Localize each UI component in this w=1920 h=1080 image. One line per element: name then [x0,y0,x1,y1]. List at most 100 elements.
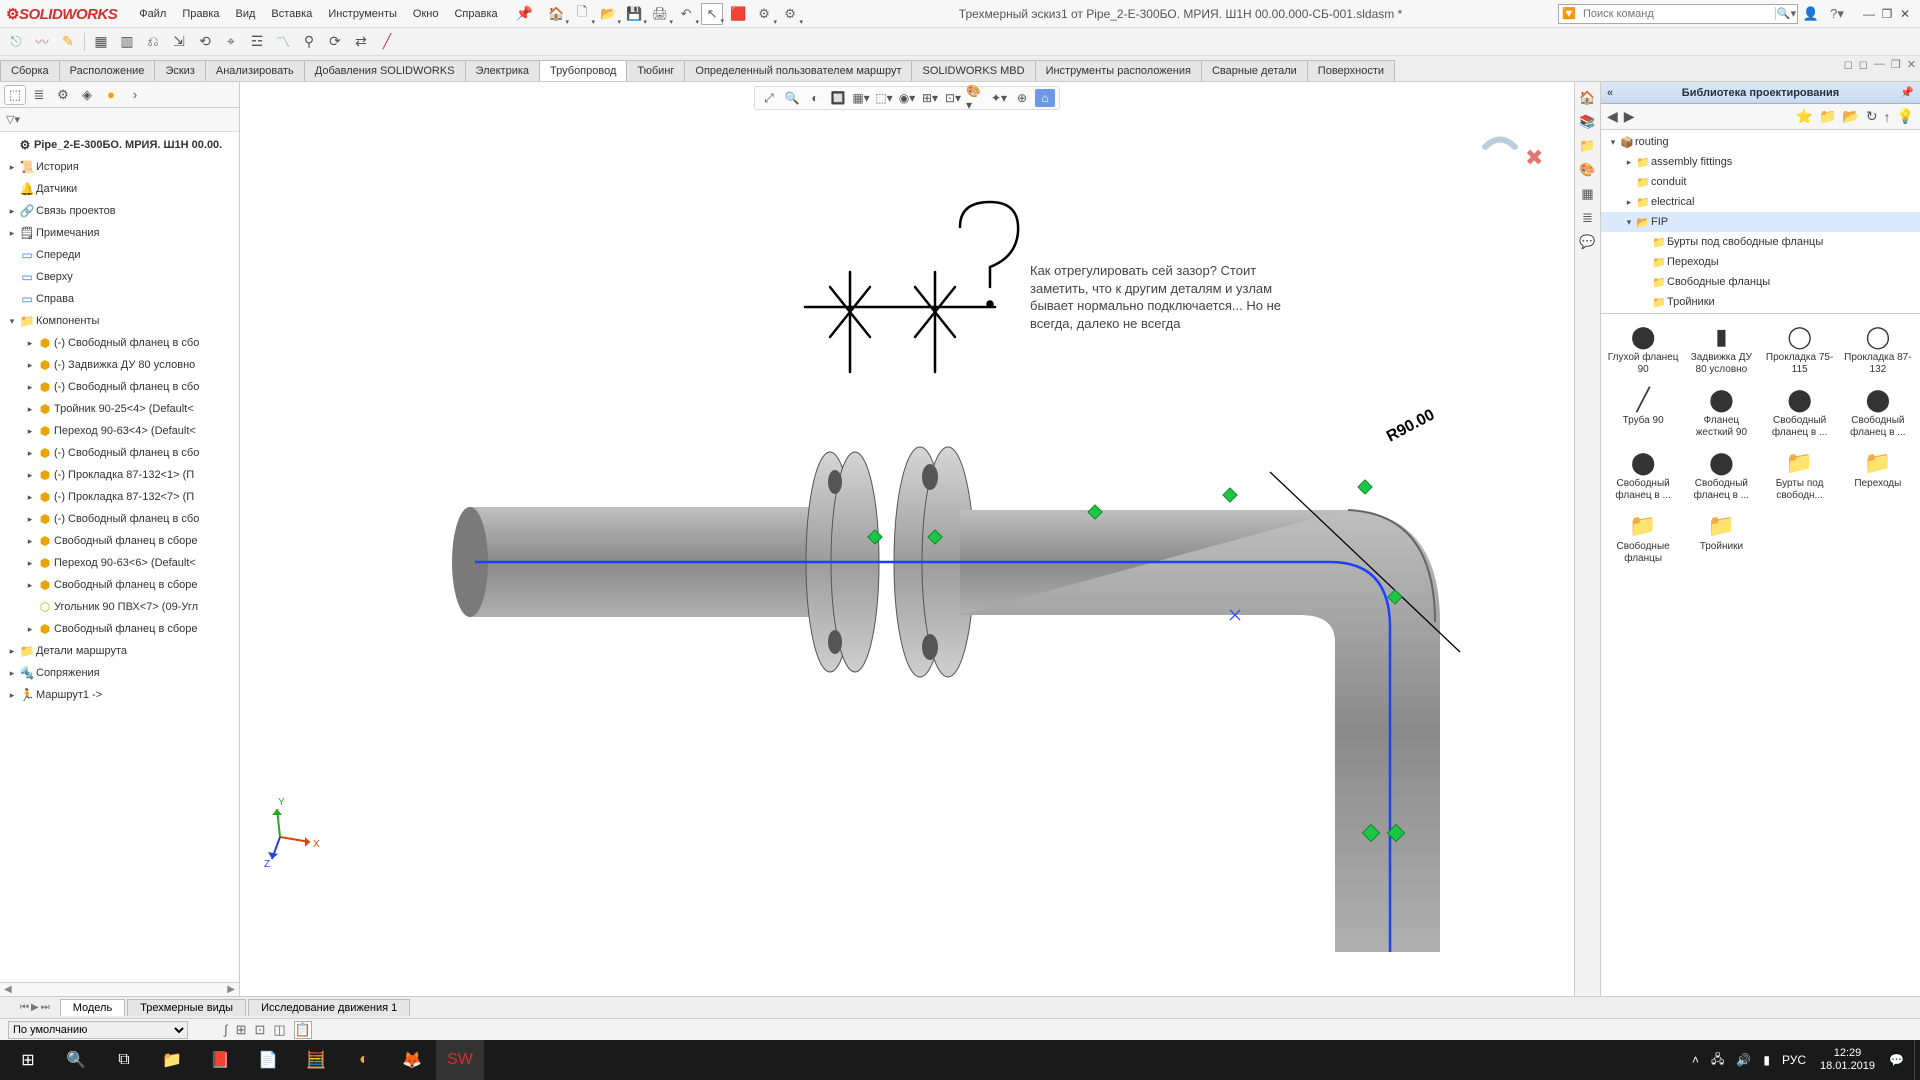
strip-folder-icon[interactable]: 📁 [1578,136,1598,156]
ribbon-tab[interactable]: Сборка [0,60,60,81]
tool-icon[interactable]: ╱ [377,32,397,52]
tree-row[interactable]: ▸⬢Тройник 90-25<4> (Default< [0,398,239,420]
lib-item[interactable]: ◯Прокладка 75-115 [1762,320,1838,377]
fm-tab-more[interactable]: › [124,85,146,105]
ribbon-tab[interactable]: Анализировать [205,60,305,81]
tree-row[interactable]: ▸⬢(-) Свободный фланец в сбо [0,376,239,398]
fm-tab-dim[interactable]: ◈ [76,85,98,105]
panel-collapse-icon[interactable]: « [1607,87,1613,99]
ribbon-tab[interactable]: Поверхности [1307,60,1395,81]
tree-row[interactable]: ▸⬢(-) Прокладка 87-132<1> (П [0,464,239,486]
help-icon[interactable]: ?▾ [1826,3,1848,25]
tab-3dviews[interactable]: Трехмерные виды [127,999,246,1016]
menu-edit[interactable]: Правка [174,6,227,22]
task-firefox-icon[interactable]: 🦊 [388,1040,436,1080]
lib-item[interactable]: ⬤Свободный фланец в ... [1683,446,1759,503]
panel-pin-icon[interactable]: 📌 [1900,86,1914,99]
doc-prev-icon[interactable]: ◻ [1844,58,1853,71]
minimize-icon[interactable]: — [1860,7,1878,21]
strip-appearance-icon[interactable]: 🎨 [1578,160,1598,180]
strip-view-icon[interactable]: ▦ [1578,184,1598,204]
lib-tree-row[interactable]: 📁Бурты под свободные фланцы [1601,232,1920,252]
tree-row[interactable]: ▸⬢(-) Прокладка 87-132<7> (П [0,486,239,508]
motion-rev-icon[interactable]: ⏮ [20,1002,29,1013]
lib-item[interactable]: 📁Тройники [1683,509,1759,566]
tree-row[interactable]: ▸🔩Сопряжения [0,662,239,684]
tree-row[interactable]: ▸⬢(-) Свободный фланец в сбо [0,442,239,464]
lib-fwd-icon[interactable]: ▶ [1624,108,1635,125]
tree-row[interactable]: ▸🔗Связь проектов [0,200,239,222]
rebuild-icon[interactable]: 🟥 [727,3,749,25]
tree-row[interactable]: ⬡Угольник 90 ПВХ<7> (09-Угл [0,596,239,618]
tree-root[interactable]: ⚙Pipe_2-E-300БО. МРИЯ. Ш1Н 00.00. [0,134,239,156]
ribbon-tab[interactable]: Электрика [465,60,541,81]
lib-item[interactable]: ⬤Свободный фланец в ... [1605,446,1681,503]
lib-item[interactable]: 📁Переходы [1840,446,1916,503]
doc-max-icon[interactable]: ❐ [1891,58,1901,71]
lib-refresh-icon[interactable]: ↻ [1866,108,1878,125]
lib-item[interactable]: 📁Свободные фланцы [1605,509,1681,566]
lib-item[interactable]: ╱Труба 90 [1605,383,1681,440]
tree-row[interactable]: ▭Спереди [0,244,239,266]
tree-row[interactable]: ▸⬢(-) Задвижка ДУ 80 условно [0,354,239,376]
tray-lang[interactable]: РУС [1776,1053,1812,1067]
tool-icon[interactable]: ⌖ [221,32,241,52]
lib-up-icon[interactable]: ↑ [1884,109,1891,125]
tray-clock[interactable]: 12:2918.01.2019 [1812,1047,1883,1072]
task-explorer-icon[interactable]: 📁 [148,1040,196,1080]
tree-row[interactable]: ▸⬢Свободный фланец в сборе [0,530,239,552]
menu-view[interactable]: Вид [228,6,264,22]
doc-next-icon[interactable]: ◻ [1859,58,1868,71]
tray-vol-icon[interactable]: 🔊 [1730,1053,1757,1067]
scroll-left-icon[interactable]: ◀ [4,984,12,995]
tool-icon[interactable]: ▥ [117,32,137,52]
tool-icon[interactable]: ⟳ [325,32,345,52]
lib-back-icon[interactable]: ◀ [1607,108,1618,125]
tool-icon[interactable]: ⎌ [143,32,163,52]
lib-tree-row[interactable]: 📁Тройники [1601,292,1920,312]
home-icon[interactable]: 🏠▾ [545,3,567,25]
print-icon[interactable]: 🖨▾ [649,3,671,25]
tree-row[interactable]: ▭Справа [0,288,239,310]
lib-item[interactable]: ⬤Фланец жесткий 90 [1683,383,1759,440]
lib-tree-row[interactable]: 📁conduit [1601,172,1920,192]
lib-newfolder-icon[interactable]: 📂 [1842,108,1859,125]
filter-icon[interactable]: ▽▾ [6,113,20,126]
tree-row[interactable]: ▾📁Компоненты [0,310,239,332]
search-input[interactable] [1579,8,1775,20]
fm-tab-property[interactable]: ≣ [28,85,50,105]
show-desktop[interactable] [1914,1040,1920,1080]
cfg-icon[interactable]: ⊡ [254,1022,265,1038]
search-go-icon[interactable]: 🔍▾ [1775,7,1797,20]
scroll-right-icon[interactable]: ▶ [227,984,235,995]
ribbon-tab[interactable]: Определенный пользователем маршрут [684,60,912,81]
search-scope-icon[interactable]: 🔽 [1559,7,1579,20]
pin-icon[interactable]: 📌 [516,5,533,22]
tree-row[interactable]: ▸📁Детали маршрута [0,640,239,662]
tree-row[interactable]: 🔔Датчики [0,178,239,200]
strip-forum-icon[interactable]: 💬 [1578,232,1598,252]
task-search-icon[interactable]: 🔍 [52,1040,100,1080]
tree-row[interactable]: ▸🏃Маршрут1 -> [0,684,239,706]
tool-icon[interactable]: ⇄ [351,32,371,52]
tool-icon[interactable]: ⟲ [195,32,215,52]
tree-row[interactable]: ▸⬢Свободный фланец в сборе [0,618,239,640]
lib-tree-row[interactable]: ▾📦routing [1601,132,1920,152]
menu-window[interactable]: Окно [405,6,447,22]
motion-fwd-icon[interactable]: ⏭ [41,1002,50,1013]
task-app-icon[interactable]: 📄 [244,1040,292,1080]
settings-icon[interactable]: ⚙▾ [779,3,801,25]
tab-motion[interactable]: Исследование движения 1 [248,999,410,1016]
tree-row[interactable]: ▸⬢(-) Свободный фланец в сбо [0,332,239,354]
select-icon[interactable]: ↖▾ [701,3,723,25]
lib-tree-row[interactable]: ▸📁assembly fittings [1601,152,1920,172]
task-calc-icon[interactable]: 🧮 [292,1040,340,1080]
restore-icon[interactable]: ❐ [1878,7,1896,21]
cfg-icon[interactable]: ⊞ [236,1022,247,1038]
tool-icon[interactable]: ⚲ [299,32,319,52]
options-icon[interactable]: ⚙▾ [753,3,775,25]
tree-row[interactable]: ▸⬢Свободный фланец в сборе [0,574,239,596]
doc-close-icon[interactable]: ✕ [1907,58,1916,71]
ribbon-tab[interactable]: Расположение [59,60,156,81]
lib-item[interactable]: 📁Бурты под свободн... [1762,446,1838,503]
